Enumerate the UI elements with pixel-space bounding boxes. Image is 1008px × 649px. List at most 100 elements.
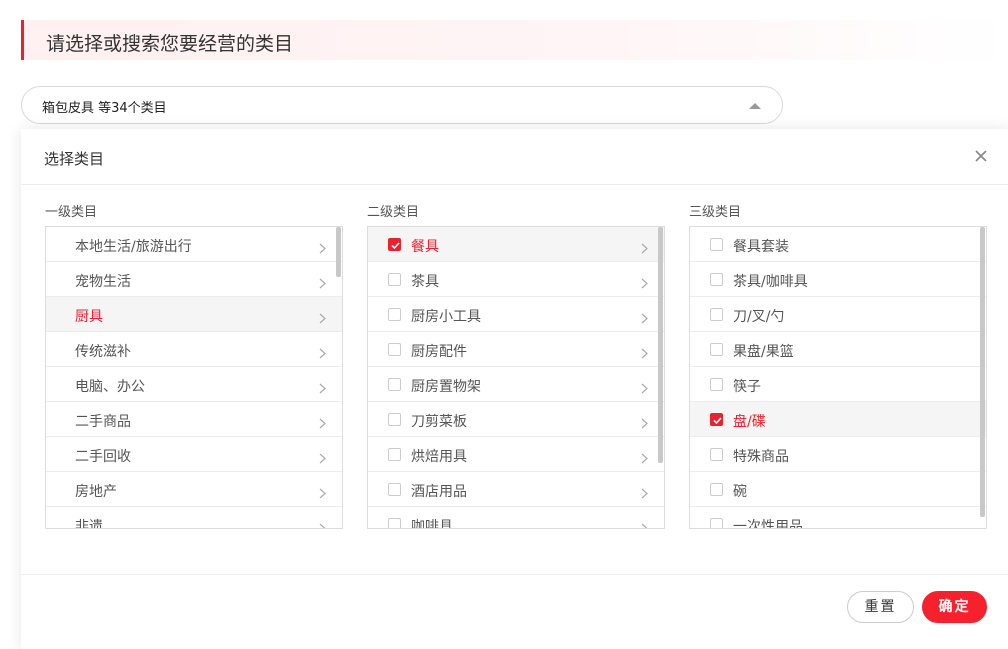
list-item-label: 二手商品 bbox=[75, 414, 131, 430]
list-item[interactable]: 厨房小工具 bbox=[368, 297, 664, 332]
list-item[interactable]: 果盘/果篮 bbox=[690, 332, 986, 367]
checkbox[interactable] bbox=[388, 483, 401, 496]
checkbox[interactable] bbox=[388, 378, 401, 391]
category-modal: 选择类目 一级类目 二级类目 三级类目 本地生活/旅游出行 宠物生活 厨具 传统滋补电… bbox=[21, 129, 1008, 649]
list-item-label: 本地生活/旅游出行 bbox=[75, 239, 192, 255]
chevron-right-icon bbox=[319, 414, 326, 429]
scrollbar-thumb[interactable] bbox=[658, 227, 663, 463]
list-item[interactable]: 烘焙用具 bbox=[368, 437, 664, 472]
list-item[interactable]: 碗 bbox=[690, 472, 986, 507]
chevron-right-icon bbox=[319, 309, 326, 324]
list-item[interactable]: 餐具套装 bbox=[690, 227, 986, 262]
list-item-label: 茶具/咖啡具 bbox=[733, 274, 808, 290]
category-select[interactable]: 箱包皮具 等34个类目 bbox=[21, 86, 783, 124]
checkbox[interactable] bbox=[388, 273, 401, 286]
close-icon[interactable] bbox=[974, 149, 988, 163]
level1-list[interactable]: 本地生活/旅游出行宠物生活厨具传统滋补 电脑、办公二手商品二手回收房地产非遗 bbox=[45, 226, 343, 529]
chevron-right-icon bbox=[641, 414, 648, 429]
checkbox[interactable] bbox=[388, 308, 401, 321]
list-item-label: 刀/叉/勺 bbox=[733, 309, 785, 325]
page-title: 请选择或搜索您要经营的类目 bbox=[46, 33, 294, 55]
list-item[interactable]: 非遗 bbox=[46, 507, 342, 529]
list-item[interactable]: 二手商品 bbox=[46, 402, 342, 437]
chevron-right-icon bbox=[641, 239, 648, 254]
list-item[interactable]: 特殊商品 bbox=[690, 437, 986, 472]
list-item-label: 碗 bbox=[733, 484, 747, 500]
list-item[interactable]: 刀剪菜板 bbox=[368, 402, 664, 437]
modal-footer-divider bbox=[21, 574, 1008, 575]
scrollbar-thumb[interactable] bbox=[336, 227, 341, 277]
list-item-label: 茶具 bbox=[411, 274, 439, 290]
list-item[interactable]: 盘/碟 bbox=[690, 402, 986, 437]
list-item[interactable]: 厨具 bbox=[46, 297, 342, 332]
list-item-label: 特殊商品 bbox=[733, 449, 789, 465]
checkbox[interactable] bbox=[388, 413, 401, 426]
scrollbar-thumb[interactable] bbox=[980, 227, 985, 517]
checkbox[interactable] bbox=[710, 483, 723, 496]
chevron-right-icon bbox=[641, 449, 648, 464]
list-item-label: 非遗 bbox=[75, 519, 103, 529]
list-item[interactable]: 房地产 bbox=[46, 472, 342, 507]
list-item-label: 房地产 bbox=[75, 484, 117, 500]
list-item-label: 厨房置物架 bbox=[411, 379, 481, 395]
chevron-right-icon bbox=[641, 274, 648, 289]
category-select-value: 箱包皮具 等34个类目 bbox=[42, 101, 167, 116]
list-item[interactable]: 厨房配件 bbox=[368, 332, 664, 367]
modal-title: 选择类目 bbox=[44, 150, 105, 168]
checkbox[interactable] bbox=[710, 238, 723, 251]
list-item[interactable]: 宠物生活 bbox=[46, 262, 342, 297]
list-item-label: 厨房配件 bbox=[411, 344, 467, 360]
list-item[interactable]: 刀/叉/勺 bbox=[690, 297, 986, 332]
level3-list[interactable]: 餐具套装茶具/咖啡具 刀/叉/勺果盘/果篮筷子盘/碟特殊商品碗一次性用品 bbox=[689, 226, 987, 529]
list-item[interactable]: 酒店用品 bbox=[368, 472, 664, 507]
list-item-label: 筷子 bbox=[733, 379, 761, 395]
confirm-button[interactable]: 确定 bbox=[922, 591, 987, 623]
checkbox[interactable] bbox=[388, 238, 401, 251]
list-item[interactable]: 本地生活/旅游出行 bbox=[46, 227, 342, 262]
list-item-label: 烘焙用具 bbox=[411, 449, 467, 465]
reset-button[interactable]: 重置 bbox=[847, 591, 914, 623]
list-item[interactable]: 电脑、办公 bbox=[46, 367, 342, 402]
list-item[interactable]: 一次性用品 bbox=[690, 507, 986, 529]
checkbox[interactable] bbox=[388, 343, 401, 356]
checkbox[interactable] bbox=[710, 378, 723, 391]
page: 请选择或搜索您要经营的类目 箱包皮具 等34个类目 选择类目 一级类目 二级类目… bbox=[0, 0, 1008, 649]
checkbox[interactable] bbox=[710, 308, 723, 321]
checkbox[interactable] bbox=[710, 518, 723, 528]
checkbox[interactable] bbox=[388, 448, 401, 461]
checkbox[interactable] bbox=[710, 413, 723, 426]
list-item[interactable]: 咖啡具 bbox=[368, 507, 664, 529]
chevron-right-icon bbox=[641, 309, 648, 324]
list-item[interactable]: 茶具 bbox=[368, 262, 664, 297]
list-item-label: 果盘/果篮 bbox=[733, 344, 794, 360]
modal-header: 选择类目 bbox=[21, 129, 1008, 185]
list-item-label: 厨具 bbox=[75, 309, 103, 325]
list-item-label: 厨房小工具 bbox=[411, 309, 481, 325]
caret-up-icon bbox=[749, 103, 761, 109]
column-label-level2: 二级类目 bbox=[367, 205, 420, 220]
checkbox[interactable] bbox=[388, 518, 401, 528]
chevron-right-icon bbox=[319, 379, 326, 394]
list-item-label: 一次性用品 bbox=[733, 519, 803, 529]
list-item[interactable]: 传统滋补 bbox=[46, 332, 342, 367]
list-item[interactable]: 餐具 bbox=[368, 227, 664, 262]
list-item-label: 刀剪菜板 bbox=[411, 414, 467, 430]
chevron-right-icon bbox=[641, 519, 648, 528]
list-item[interactable]: 二手回收 bbox=[46, 437, 342, 472]
chevron-right-icon bbox=[319, 484, 326, 499]
chevron-right-icon bbox=[641, 484, 648, 499]
column-label-level3: 三级类目 bbox=[689, 205, 742, 220]
checkbox[interactable] bbox=[710, 448, 723, 461]
level2-list[interactable]: 餐具茶具厨房小工具厨房配件厨房置物架刀剪菜板烘焙用具酒店用品咖啡具 bbox=[367, 226, 665, 529]
checkbox[interactable] bbox=[710, 273, 723, 286]
chevron-right-icon bbox=[641, 379, 648, 394]
chevron-right-icon bbox=[319, 274, 326, 289]
list-item[interactable]: 厨房置物架 bbox=[368, 367, 664, 402]
chevron-right-icon bbox=[319, 519, 326, 528]
checkbox[interactable] bbox=[710, 343, 723, 356]
list-item-label: 盘/碟 bbox=[733, 414, 766, 430]
list-item-label: 餐具套装 bbox=[733, 239, 789, 255]
list-item-label: 咖啡具 bbox=[411, 519, 453, 529]
list-item[interactable]: 筷子 bbox=[690, 367, 986, 402]
list-item[interactable]: 茶具/咖啡具 bbox=[690, 262, 986, 297]
